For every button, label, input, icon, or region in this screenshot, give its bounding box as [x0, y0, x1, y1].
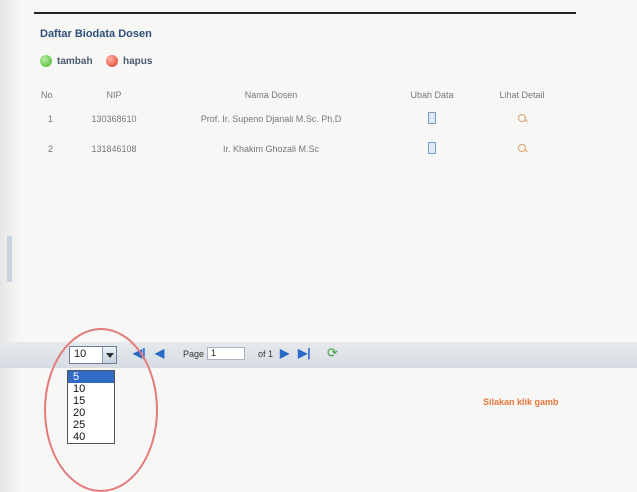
plus-icon	[40, 55, 52, 67]
annotation-oval	[44, 328, 158, 492]
minus-icon	[106, 55, 118, 67]
left-edge-marker	[7, 236, 12, 282]
hint-text: Silakan klik gamb	[483, 397, 559, 407]
column-header-no: No	[41, 90, 53, 100]
cell-no: 2	[48, 144, 54, 154]
page-label: Page	[183, 349, 205, 359]
cell-no: 1	[48, 114, 54, 124]
edit-icon[interactable]	[428, 142, 436, 154]
cell-name: Prof. Ir. Supeno Djanali M.Sc. Ph.D	[200, 114, 342, 124]
table-row[interactable]: 1 130368610 Prof. Ir. Supeno Djanali M.S…	[40, 104, 568, 134]
add-button-label: tambah	[57, 55, 93, 67]
add-button[interactable]: tambah	[40, 55, 93, 67]
cell-name: Ir. Khakim Ghozali M.Sc	[222, 144, 320, 154]
delete-button-label: hapus	[123, 55, 153, 67]
delete-button[interactable]: hapus	[106, 55, 152, 67]
cell-nip: 131846108	[91, 144, 137, 154]
page-number-input[interactable]: 1	[207, 347, 245, 360]
next-page-icon[interactable]: ▶	[280, 346, 289, 360]
refresh-icon[interactable]: ⟳	[327, 345, 338, 361]
column-header-nip: NIP	[106, 90, 122, 100]
prev-page-icon[interactable]: ◀	[155, 346, 164, 360]
table-row[interactable]: 2 131846108 Ir. Khakim Ghozali M.Sc	[40, 134, 568, 164]
table-header-row: No NIP Nama Dosen Ubah Data Lihat Detail	[40, 86, 568, 104]
column-header-name: Nama Dosen	[244, 90, 298, 100]
magnifier-icon[interactable]	[518, 114, 526, 122]
lecturer-table: No NIP Nama Dosen Ubah Data Lihat Detail…	[40, 86, 568, 164]
panel-title: Daftar Biodata Dosen	[40, 28, 152, 40]
cell-nip: 130368610	[91, 114, 137, 124]
last-page-icon[interactable]: ▶|	[298, 346, 311, 360]
page-count-label: of 1	[258, 349, 274, 359]
magnifier-icon[interactable]	[518, 144, 526, 152]
top-divider	[34, 12, 576, 14]
edit-icon[interactable]	[428, 112, 436, 124]
column-header-detail: Lihat Detail	[499, 90, 545, 100]
column-header-edit: Ubah Data	[410, 90, 454, 100]
